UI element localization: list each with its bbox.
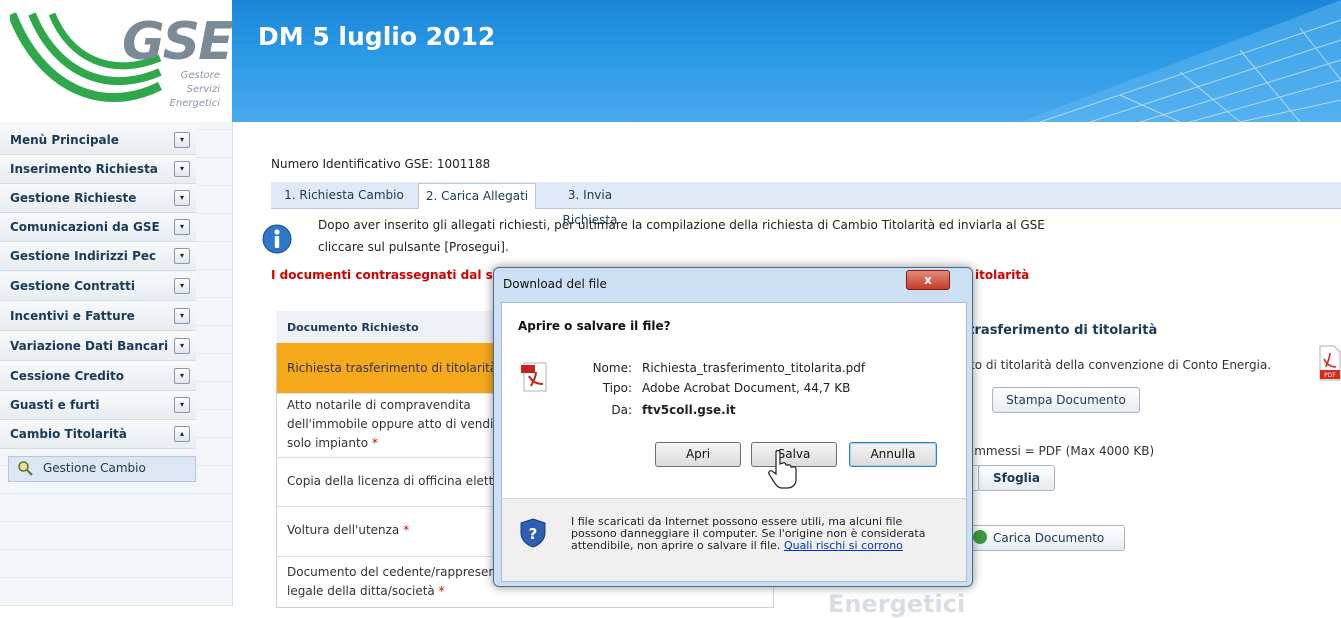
panel-description: ento di titolarità della convenzione di … bbox=[955, 358, 1272, 372]
risks-link[interactable]: Quali rischi si corrono bbox=[784, 539, 903, 552]
gse-id-label: Numero Identificativo GSE: 1001188 bbox=[271, 157, 491, 171]
sidebar-item-dati-bancari[interactable]: Variazione Dati Bancari ▾ bbox=[0, 332, 196, 361]
chevron-down-icon[interactable]: ▾ bbox=[174, 132, 190, 148]
chevron-down-icon[interactable]: ▾ bbox=[174, 248, 190, 264]
required-mark: * bbox=[371, 436, 378, 450]
chevron-down-icon[interactable]: ▾ bbox=[174, 397, 190, 413]
carica-documento-button[interactable]: Carica Documento bbox=[966, 525, 1125, 551]
info-icon bbox=[262, 224, 292, 254]
table-row-label: Copia della licenza di officina elett bbox=[287, 474, 494, 488]
da-label: Da: bbox=[611, 403, 632, 417]
table-row-label: solo impianto * bbox=[287, 436, 378, 450]
sidebar: Menù Principale ▾ Inserimento Richiesta ▾ … bbox=[0, 122, 233, 606]
sidebar-item-guasti-furti[interactable]: Guasti e furti ▾ bbox=[0, 391, 196, 420]
chevron-down-icon[interactable]: ▾ bbox=[174, 308, 190, 324]
gse-logo-text: GSE bbox=[122, 12, 234, 72]
security-warning-text: I file scaricati da Internet possono ess… bbox=[571, 515, 926, 552]
tab-richiesta-cambio[interactable]: 1. Richiesta Cambio bbox=[278, 183, 410, 208]
info-text: Dopo aver inserito gli allegati richiest… bbox=[318, 218, 1045, 232]
table-row-label: Voltura dell'utenza * bbox=[287, 523, 410, 537]
sidebar-item-menu-principale[interactable]: Menù Principale ▾ bbox=[0, 126, 196, 155]
file-name: Richiesta_trasferimento_titolarita.pdf bbox=[642, 361, 866, 375]
required-mark: * bbox=[438, 584, 445, 598]
sidebar-item-indirizzi-pec[interactable]: Gestione Indirizzi Pec ▾ bbox=[0, 242, 196, 271]
panel-title: a trasferimento di titolarità bbox=[955, 323, 1158, 338]
chevron-down-icon[interactable]: ▾ bbox=[174, 278, 190, 294]
file-source: ftv5coll.gse.it bbox=[642, 403, 736, 417]
tab-carica-allegati[interactable]: 2. Carica Allegati bbox=[418, 183, 536, 209]
sidebar-item-cambio-titolarita[interactable]: Cambio Titolarità ▴ bbox=[0, 420, 196, 449]
svg-text:?: ? bbox=[529, 525, 538, 543]
dialog-question: Aprire o salvare il file? bbox=[518, 319, 671, 333]
required-note-end: itolarità bbox=[975, 268, 1030, 282]
table-row-label: Atto notarile di compravendita bbox=[287, 398, 471, 412]
info-text-2: cliccare sul pulsante [Prosegui]. bbox=[318, 240, 509, 254]
chevron-up-icon[interactable]: ▴ bbox=[174, 426, 190, 442]
pdf-icon[interactable]: PDF bbox=[1318, 345, 1341, 381]
sidebar-item-gestione-contratti[interactable]: Gestione Contratti ▾ bbox=[0, 272, 196, 301]
file-type: Adobe Acrobat Document, 44,7 KB bbox=[642, 381, 851, 395]
apri-button[interactable]: Apri bbox=[655, 442, 741, 467]
sidebar-item-gestione-richieste[interactable]: Gestione Richieste ▾ bbox=[0, 184, 196, 213]
watermark-text: Energetici bbox=[828, 590, 966, 618]
upload-icon bbox=[973, 530, 987, 544]
table-header-label: Documento Richiesto bbox=[287, 321, 419, 334]
chevron-down-icon[interactable]: ▾ bbox=[174, 161, 190, 177]
sfoglia-button[interactable]: Sfoglia bbox=[978, 465, 1055, 491]
tab-invia-richiesta[interactable]: 3. Invia Richiesta bbox=[542, 183, 638, 227]
chevron-down-icon[interactable]: ▾ bbox=[174, 368, 190, 384]
chevron-down-icon[interactable]: ▾ bbox=[174, 338, 190, 354]
sidebar-item-comunicazioni[interactable]: Comunicazioni da GSE ▾ bbox=[0, 213, 196, 242]
gse-logo-subtitle: Gestore Servizi Energetici bbox=[169, 70, 220, 109]
table-row-label: Documento del cedente/rappresen bbox=[287, 565, 497, 579]
tipo-label: Tipo: bbox=[602, 381, 632, 395]
nome-label: Nome: bbox=[592, 361, 632, 375]
chevron-down-icon[interactable]: ▾ bbox=[174, 190, 190, 206]
table-row-label: Richiesta trasferimento di titolarità bbox=[287, 361, 498, 375]
table-row-label: dell'immobile oppure atto di vendi bbox=[287, 417, 494, 431]
chevron-down-icon[interactable]: ▾ bbox=[174, 219, 190, 235]
stampa-documento-button[interactable]: Stampa Documento bbox=[992, 387, 1140, 413]
solar-panels-graphic bbox=[1020, 0, 1341, 122]
table-row-label: legale della ditta/società * bbox=[287, 584, 445, 598]
sidebar-item-cessione-credito[interactable]: Cessione Credito ▾ bbox=[0, 362, 196, 391]
dialog-title: Download del file bbox=[503, 277, 607, 291]
allowed-formats-text: ti ammessi = PDF (Max 4000 KB) bbox=[955, 444, 1155, 458]
close-button[interactable]: x bbox=[906, 270, 950, 290]
sidebar-item-inserimento-richiesta[interactable]: Inserimento Richiesta ▾ bbox=[0, 155, 196, 184]
sidebar-item-incentivi-fatture[interactable]: Incentivi e Fatture ▾ bbox=[0, 302, 196, 331]
mouse-cursor-icon bbox=[768, 450, 797, 489]
page-title: DM 5 luglio 2012 bbox=[258, 22, 496, 51]
sidebar-subitem-gestione-cambio[interactable]: Gestione Cambio bbox=[8, 456, 196, 482]
security-shield-icon: ? bbox=[520, 518, 546, 548]
annulla-button[interactable]: Annulla bbox=[849, 442, 937, 467]
required-note: I documenti contrassegnati dal simbo bbox=[271, 268, 527, 282]
pdf-file-icon bbox=[521, 362, 547, 392]
required-mark: * bbox=[403, 523, 410, 537]
svg-text:PDF: PDF bbox=[1324, 372, 1336, 379]
magnifier-icon bbox=[18, 461, 33, 476]
